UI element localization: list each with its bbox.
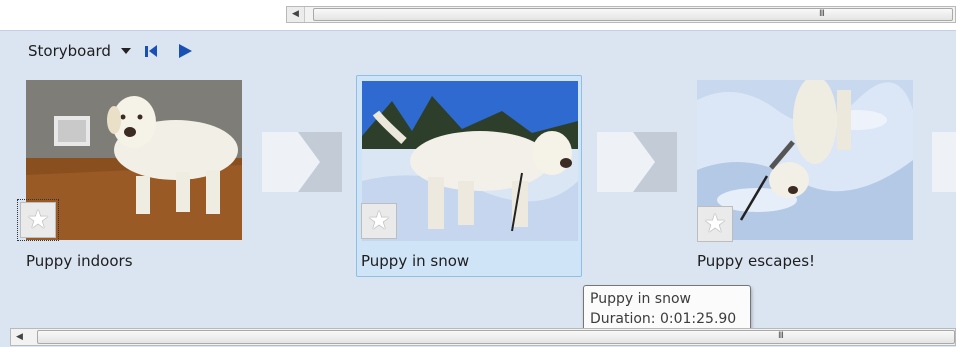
scrollbar-thumb[interactable]: III bbox=[313, 8, 953, 21]
star-icon[interactable]: ★ bbox=[17, 199, 59, 241]
transition-placeholder[interactable] bbox=[932, 132, 956, 192]
tooltip-duration: Duration: 0:01:25.90 bbox=[590, 309, 744, 329]
duration-label: Duration: bbox=[590, 311, 656, 327]
top-horizontal-scrollbar[interactable]: ◀ III bbox=[286, 6, 956, 23]
clip-tooltip: Puppy in snow Duration: 0:01:25.90 bbox=[583, 285, 751, 333]
star-icon[interactable]: ★ bbox=[361, 203, 397, 239]
clip-puppy-indoors[interactable]: ★ Puppy indoors bbox=[17, 78, 252, 276]
scroll-left-arrow-icon[interactable]: ◀ bbox=[11, 329, 28, 345]
clip-label: Puppy indoors bbox=[26, 252, 133, 270]
transition-placeholder[interactable] bbox=[597, 132, 677, 192]
clip-label: Puppy escapes! bbox=[697, 252, 816, 270]
clip-puppy-in-snow[interactable]: ★ Puppy in snow bbox=[356, 75, 582, 277]
grip-icon: III bbox=[819, 9, 825, 19]
grip-icon: III bbox=[778, 331, 784, 341]
storyboard-toolbar: Storyboard bbox=[28, 40, 192, 62]
scroll-left-arrow-icon[interactable]: ◀ bbox=[287, 7, 305, 22]
chevron-down-icon[interactable] bbox=[120, 48, 131, 54]
transition-placeholder[interactable] bbox=[262, 132, 342, 192]
tooltip-title: Puppy in snow bbox=[590, 291, 691, 307]
top-scroll-area: ◀ III bbox=[0, 0, 956, 31]
view-mode-label[interactable]: Storyboard bbox=[28, 42, 111, 60]
star-icon[interactable]: ★ bbox=[697, 206, 733, 242]
bottom-horizontal-scrollbar[interactable]: ◀ III bbox=[10, 328, 956, 346]
skip-to-start-icon[interactable] bbox=[144, 45, 157, 57]
duration-value: 0:01:25.90 bbox=[659, 311, 737, 327]
scrollbar-thumb[interactable]: III bbox=[37, 330, 955, 344]
clip-puppy-escapes[interactable]: ★ Puppy escapes! bbox=[697, 78, 923, 276]
clip-thumbnail bbox=[26, 80, 242, 240]
play-icon[interactable] bbox=[178, 44, 192, 58]
clip-label: Puppy in snow bbox=[361, 252, 470, 270]
